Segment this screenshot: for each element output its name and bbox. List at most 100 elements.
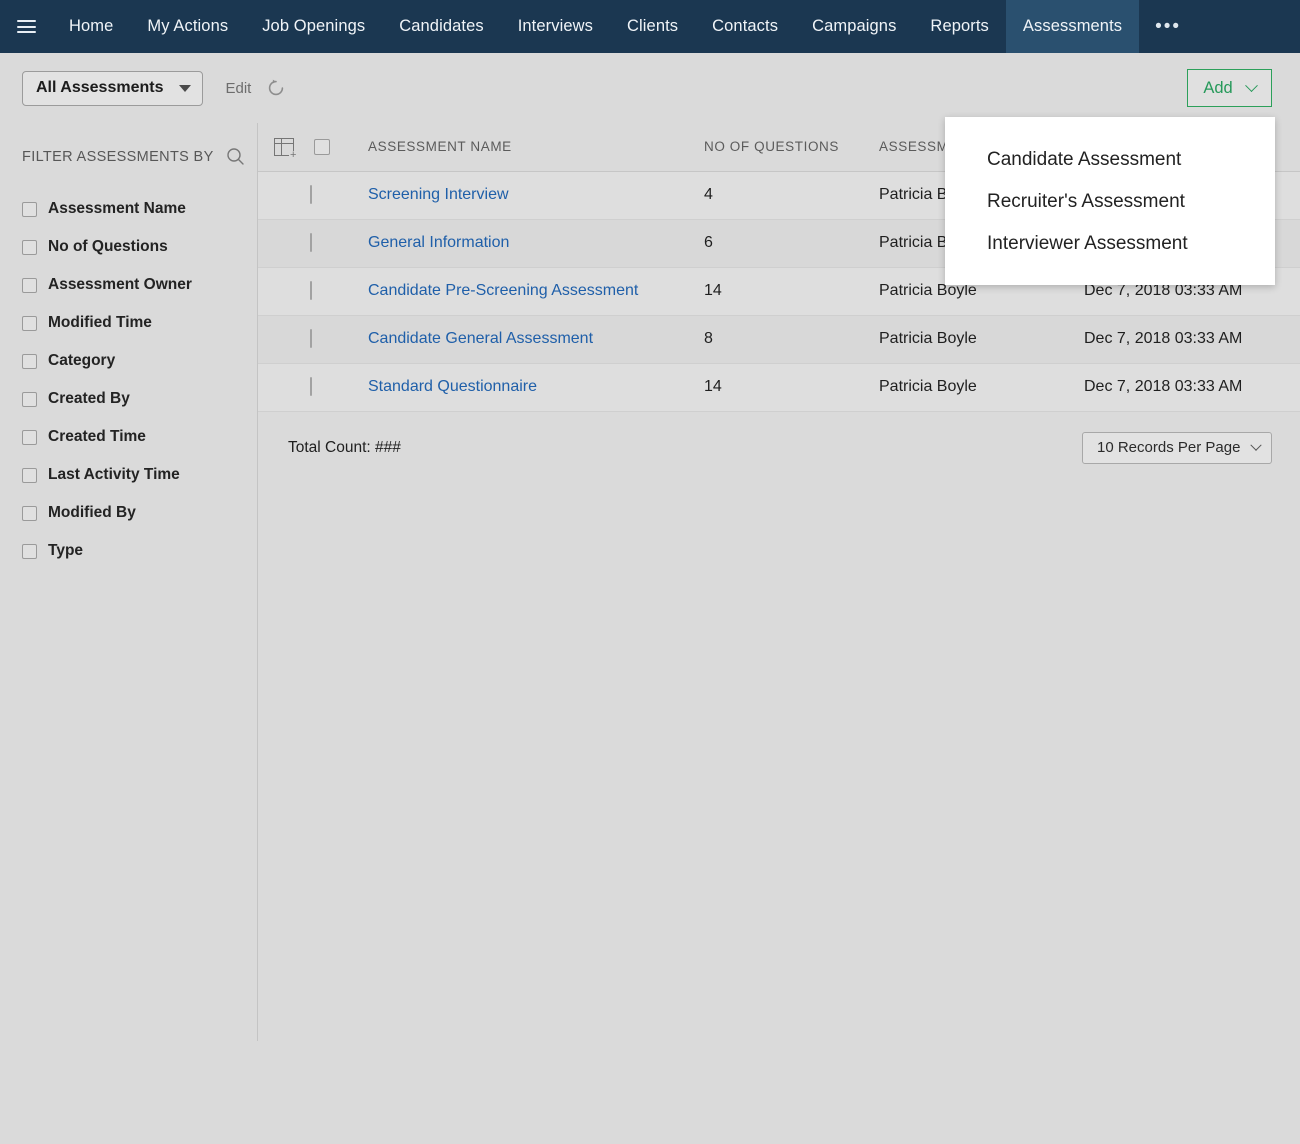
row-select-cell	[258, 267, 368, 315]
filter-item-created-by[interactable]: Created By	[22, 380, 257, 418]
refresh-icon	[266, 78, 286, 98]
nav-item-reports[interactable]: Reports	[913, 0, 1005, 53]
cell-modified-time: Dec 7, 2018 03:33 AM	[1084, 363, 1300, 411]
select-all-checkbox[interactable]	[314, 139, 330, 155]
cell-no-of-questions: 4	[704, 171, 879, 219]
assessment-name-link[interactable]: Standard Questionnaire	[368, 378, 537, 395]
add-button-label: Add	[1203, 79, 1232, 98]
cell-assessment-owner: Patricia Boyle	[879, 315, 1084, 363]
table-row[interactable]: Standard Questionnaire 14 Patricia Boyle…	[258, 363, 1300, 411]
cell-assessment-name: General Information	[368, 219, 704, 267]
column-chooser-icon[interactable]: +	[274, 138, 294, 156]
filter-item-label: Assessment Owner	[48, 276, 192, 294]
table-row[interactable]: Candidate General Assessment 8 Patricia …	[258, 315, 1300, 363]
nav-item-my-actions[interactable]: My Actions	[130, 0, 245, 53]
filter-item-assessment-owner[interactable]: Assessment Owner	[22, 266, 257, 304]
filter-sidebar: FILTER ASSESSMENTS BY Assessment Name No…	[0, 123, 258, 1041]
top-navigation-bar: Home My Actions Job Openings Candidates …	[0, 0, 1300, 53]
refresh-button[interactable]	[265, 77, 287, 99]
filter-item-no-of-questions[interactable]: No of Questions	[22, 228, 257, 266]
cell-assessment-name: Candidate General Assessment	[368, 315, 704, 363]
nav-overflow-icon[interactable]: •••	[1139, 0, 1197, 53]
nav-item-candidates[interactable]: Candidates	[382, 0, 500, 53]
cell-no-of-questions: 8	[704, 315, 879, 363]
checkbox[interactable]	[22, 316, 37, 331]
filter-item-type[interactable]: Type	[22, 532, 257, 570]
checkbox[interactable]	[22, 278, 37, 293]
add-assessment-dropdown-menu: Candidate Assessment Recruiter's Assessm…	[945, 117, 1275, 285]
hamburger-menu-icon[interactable]	[0, 0, 52, 53]
search-icon[interactable]	[226, 147, 245, 166]
add-button[interactable]: Add	[1187, 69, 1272, 107]
assessment-name-link[interactable]: General Information	[368, 234, 509, 251]
column-header-assessment-name[interactable]: ASSESSMENT NAME	[368, 123, 704, 171]
chevron-down-icon	[1245, 79, 1258, 92]
checkbox[interactable]	[22, 430, 37, 445]
filter-item-label: Last Activity Time	[48, 466, 180, 484]
cell-no-of-questions: 14	[704, 267, 879, 315]
nav-item-campaigns[interactable]: Campaigns	[795, 0, 913, 53]
assessment-name-link[interactable]: Screening Interview	[368, 186, 509, 203]
filter-item-label: Category	[48, 352, 115, 370]
filter-item-modified-by[interactable]: Modified By	[22, 494, 257, 532]
row-select-cell	[258, 171, 368, 219]
list-footer: Total Count: ### 10 Records Per Page	[258, 412, 1300, 484]
filter-item-last-activity-time[interactable]: Last Activity Time	[22, 456, 257, 494]
checkbox[interactable]	[22, 544, 37, 559]
row-checkbox[interactable]	[310, 185, 312, 204]
view-selector-dropdown[interactable]: All Assessments	[22, 71, 203, 106]
chevron-down-icon	[179, 85, 191, 92]
filter-item-label: Type	[48, 542, 83, 560]
filter-item-label: Created By	[48, 390, 130, 408]
filter-header: FILTER ASSESSMENTS BY	[22, 147, 257, 166]
records-per-page-label: 10 Records Per Page	[1097, 439, 1240, 456]
cell-no-of-questions: 14	[704, 363, 879, 411]
filter-sidebar-title: FILTER ASSESSMENTS BY	[22, 149, 214, 165]
nav-item-home[interactable]: Home	[52, 0, 130, 53]
column-header-no-of-questions[interactable]: NO OF QUESTIONS	[704, 123, 879, 171]
cell-modified-time: Dec 7, 2018 03:33 AM	[1084, 315, 1300, 363]
table-header-controls: +	[258, 123, 368, 171]
checkbox[interactable]	[22, 240, 37, 255]
assessment-name-link[interactable]: Candidate General Assessment	[368, 330, 593, 347]
records-per-page-dropdown[interactable]: 10 Records Per Page	[1082, 432, 1272, 464]
row-checkbox[interactable]	[310, 233, 312, 252]
filter-item-label: Modified Time	[48, 314, 152, 332]
toolbar-right-actions: Add	[1187, 69, 1272, 107]
checkbox[interactable]	[22, 506, 37, 521]
hamburger-icon	[17, 17, 36, 37]
edit-view-button[interactable]: Edit	[225, 80, 251, 97]
nav-item-assessments[interactable]: Assessments	[1006, 0, 1139, 53]
row-checkbox[interactable]	[310, 377, 312, 396]
cell-no-of-questions: 6	[704, 219, 879, 267]
chevron-down-icon	[1250, 439, 1261, 450]
filter-item-category[interactable]: Category	[22, 342, 257, 380]
total-count-label: Total Count: ###	[288, 439, 401, 457]
nav-item-interviews[interactable]: Interviews	[501, 0, 610, 53]
filter-item-label: No of Questions	[48, 238, 168, 256]
filter-item-label: Assessment Name	[48, 200, 186, 218]
menu-item-interviewer-assessment[interactable]: Interviewer Assessment	[945, 223, 1275, 265]
nav-item-contacts[interactable]: Contacts	[695, 0, 795, 53]
menu-item-candidate-assessment[interactable]: Candidate Assessment	[945, 139, 1275, 181]
checkbox[interactable]	[22, 354, 37, 369]
row-select-cell	[258, 363, 368, 411]
menu-item-recruiters-assessment[interactable]: Recruiter's Assessment	[945, 181, 1275, 223]
checkbox[interactable]	[22, 468, 37, 483]
view-selector-label: All Assessments	[36, 79, 163, 97]
cell-assessment-name: Screening Interview	[368, 171, 704, 219]
filter-item-created-time[interactable]: Created Time	[22, 418, 257, 456]
row-checkbox[interactable]	[310, 281, 312, 300]
filter-item-label: Modified By	[48, 504, 136, 522]
checkbox[interactable]	[22, 202, 37, 217]
assessment-name-link[interactable]: Candidate Pre-Screening Assessment	[368, 282, 638, 299]
filter-item-assessment-name[interactable]: Assessment Name	[22, 190, 257, 228]
checkbox[interactable]	[22, 392, 37, 407]
list-view-toolbar: All Assessments Edit Add	[0, 53, 1300, 123]
nav-item-clients[interactable]: Clients	[610, 0, 695, 53]
row-select-cell	[258, 315, 368, 363]
nav-item-job-openings[interactable]: Job Openings	[245, 0, 382, 53]
cell-assessment-owner: Patricia Boyle	[879, 363, 1084, 411]
filter-item-modified-time[interactable]: Modified Time	[22, 304, 257, 342]
row-checkbox[interactable]	[310, 329, 312, 348]
